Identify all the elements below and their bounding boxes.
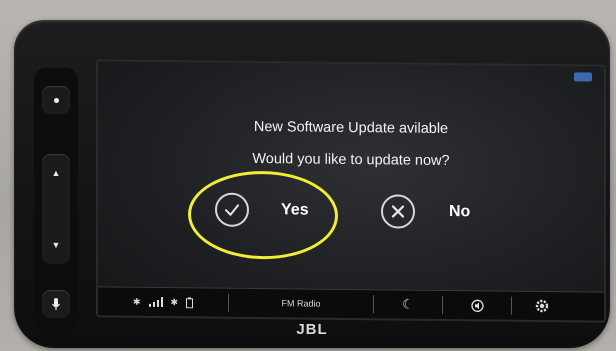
yes-label[interactable]: Yes (281, 201, 309, 219)
power-button[interactable] (42, 86, 70, 114)
microphone-icon (52, 298, 60, 310)
night-mode-icon: ☾ (402, 296, 414, 312)
side-control-strip: ▲ ▼ (34, 68, 78, 330)
usb-icon: ✱ (170, 296, 179, 307)
bluetooth-icon: ✱ (132, 296, 141, 307)
status-icons-group: ✱ ✱ (98, 287, 228, 316)
touchscreen: New Software Update avilable Would you l… (96, 59, 606, 323)
head-unit-bezel: ▲ ▼ New Software Update avilable Would y… (14, 20, 610, 348)
volume-up-icon[interactable]: ▲ (52, 168, 61, 178)
voice-button[interactable] (42, 290, 70, 318)
power-dot-icon (53, 97, 59, 103)
cross-icon (391, 205, 405, 218)
source-label: FM Radio (281, 298, 321, 309)
update-message-line2: Would you like to update now? (252, 150, 450, 170)
yes-check-button[interactable] (215, 192, 249, 227)
settings-icon (535, 299, 549, 313)
update-message-line1: New Software Update avilable (253, 118, 449, 138)
check-icon (225, 204, 239, 216)
volume-down-icon[interactable]: ▼ (52, 240, 61, 250)
settings-button[interactable] (512, 292, 572, 321)
mute-icon (470, 299, 484, 312)
no-cross-button[interactable] (381, 194, 415, 229)
brand-logo: JBL (296, 321, 328, 338)
volume-rocker[interactable]: ▲ ▼ (42, 154, 70, 264)
corner-indicator (574, 72, 592, 82)
yes-highlight-circle (188, 170, 338, 260)
mute-button[interactable] (443, 291, 511, 320)
signal-icon (148, 297, 163, 308)
night-mode-button[interactable]: ☾ (374, 290, 442, 319)
status-bar: ✱ ✱ FM Radio ☾ (98, 286, 604, 321)
battery-icon (186, 296, 194, 308)
source-button[interactable]: FM Radio (229, 289, 373, 319)
no-label[interactable]: No (449, 203, 470, 221)
